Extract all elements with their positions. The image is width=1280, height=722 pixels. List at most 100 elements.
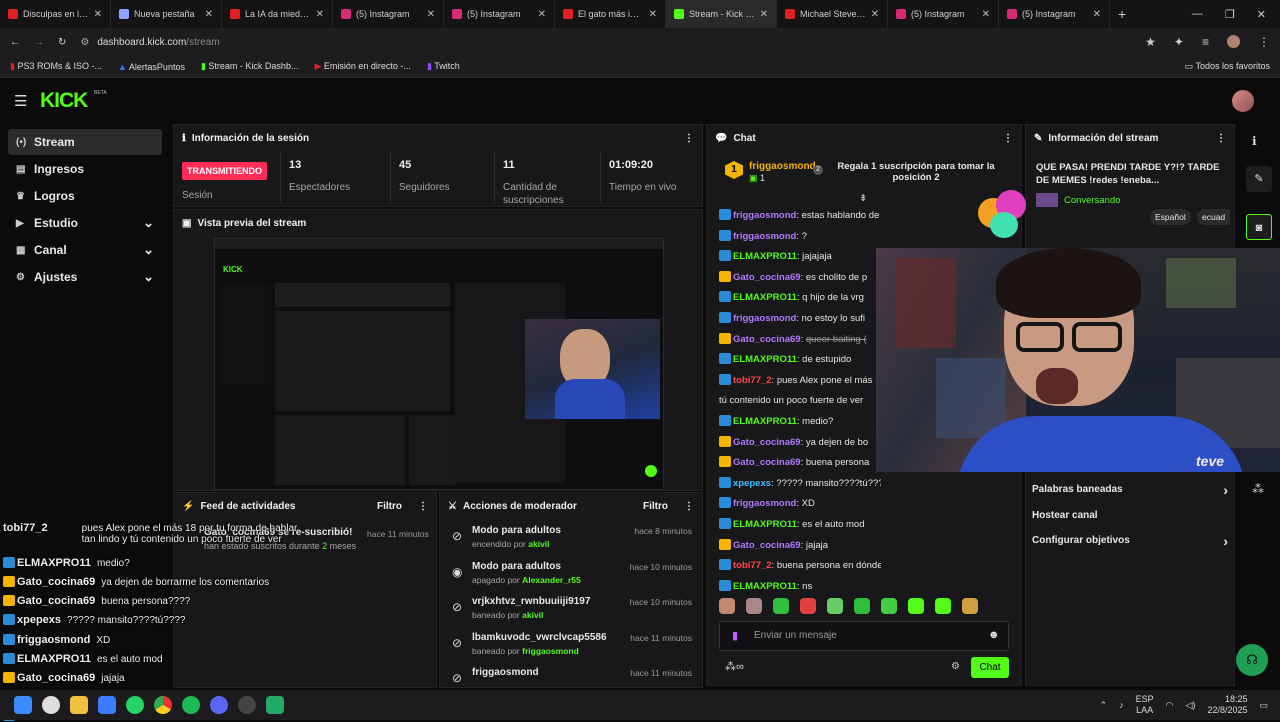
minimize-icon[interactable]: — <box>1192 8 1203 21</box>
mod-filter-button[interactable]: Filtro <box>643 501 668 512</box>
tab-close-icon[interactable]: ✕ <box>982 9 990 20</box>
app-icon[interactable] <box>266 696 284 714</box>
chat-settings-icon[interactable]: ⚙ <box>951 661 960 672</box>
sidebar-item-stream[interactable]: (•) Stream <box>8 129 162 155</box>
spotify-icon[interactable] <box>182 696 200 714</box>
restore-icon[interactable]: ❐ <box>1225 8 1235 21</box>
chat-send-button[interactable]: Chat <box>971 657 1009 678</box>
tab-close-icon[interactable]: ✕ <box>316 9 324 20</box>
chat-username[interactable]: Gato_cocina69 <box>733 540 801 551</box>
extensions-icon[interactable]: ✦ <box>1174 35 1184 49</box>
emote-icon[interactable] <box>800 598 816 614</box>
emote-icon[interactable] <box>773 598 789 614</box>
browser-tab[interactable]: (5) Instagram ✕ <box>999 0 1110 28</box>
chat-username[interactable]: friggaosmond <box>733 313 796 324</box>
chat-username[interactable]: xpepexs <box>733 478 771 489</box>
chat-username[interactable]: Gato_cocina69 <box>733 437 801 448</box>
mod-action-user[interactable]: akivil <box>522 610 543 620</box>
emote-icon[interactable] <box>719 598 735 614</box>
browser-tab[interactable]: Disculpas en las R ✕ <box>0 0 111 28</box>
emote-icon[interactable] <box>935 598 951 614</box>
user-avatar[interactable] <box>1232 90 1254 112</box>
chevron-down-icon[interactable]: ⌄ <box>143 215 154 231</box>
more-icon[interactable]: ⋮ <box>418 501 428 512</box>
bookmark-item[interactable]: ▮ Stream - Kick Dashb... <box>201 61 299 72</box>
bookmark-star-icon[interactable]: ★ <box>1145 35 1156 49</box>
gift-sub-prompt[interactable]: Regala 1 suscripción para tomar la posic… <box>837 161 995 183</box>
browser-tab[interactable]: (5) Instagram ✕ <box>444 0 555 28</box>
tray-chevron-icon[interactable]: ⌃ <box>1100 700 1108 711</box>
stream-info-menu-item[interactable]: Palabras baneadas › <box>1026 477 1234 503</box>
browser-tab[interactable]: Stream - Kick Dash ✕ <box>666 0 777 28</box>
chat-username[interactable]: ELMAXPRO11 <box>733 354 797 365</box>
more-icon[interactable]: ⋮ <box>684 501 694 512</box>
chat-username[interactable]: tobi77_2 <box>733 560 772 571</box>
store-icon[interactable] <box>98 696 116 714</box>
chat-username[interactable]: Gato_cocina69 <box>733 334 801 345</box>
apps-icon[interactable]: ⁂ <box>1252 482 1264 496</box>
mod-action-user[interactable]: Alexander_r55 <box>522 575 581 585</box>
obs-icon[interactable] <box>238 696 256 714</box>
bookmark-item[interactable]: ▶ Emisión en directo -... <box>314 61 410 72</box>
emote-icon[interactable] <box>746 598 762 614</box>
sidebar-item-logros[interactable]: ♛ Logros <box>8 183 162 209</box>
top-gifter-name[interactable]: friggaosmond <box>749 161 816 172</box>
chat-username[interactable]: Gato_cocina69 <box>733 457 801 468</box>
emote-icon[interactable] <box>854 598 870 614</box>
hamburger-menu-icon[interactable]: ☰ <box>14 92 27 110</box>
discord-icon[interactable] <box>210 696 228 714</box>
start-icon[interactable] <box>14 696 32 714</box>
search-icon[interactable] <box>42 696 60 714</box>
sidebar-item-canal[interactable]: ▦ Canal ⌄ <box>8 237 162 263</box>
whatsapp-icon[interactable] <box>126 696 144 714</box>
sidebar-item-ajustes[interactable]: ⚙ Ajustes ⌄ <box>8 264 162 290</box>
chat-username[interactable]: friggaosmond <box>733 210 796 221</box>
folder-icon[interactable] <box>70 696 88 714</box>
chat-username[interactable]: friggaosmond <box>733 231 796 242</box>
tab-close-icon[interactable]: ✕ <box>205 9 213 20</box>
mic-tray-icon[interactable]: ♪ <box>1119 700 1124 710</box>
more-icon[interactable]: ⋮ <box>1003 133 1013 144</box>
tab-close-icon[interactable]: ✕ <box>1093 9 1101 20</box>
site-info-icon[interactable]: ⚙ <box>80 37 89 48</box>
pencil-icon[interactable]: ✎ <box>1246 166 1272 192</box>
tab-close-icon[interactable]: ✕ <box>94 9 102 20</box>
info-icon[interactable]: ℹ <box>1252 134 1257 148</box>
forward-icon[interactable]: → <box>34 37 44 48</box>
chrome-icon[interactable] <box>154 696 172 714</box>
bookmark-item[interactable]: ▮ PS3 ROMs & ISO -... <box>10 61 102 72</box>
tab-close-icon[interactable]: ✕ <box>760 9 768 20</box>
mic-icon[interactable]: ▮ <box>732 629 738 642</box>
more-icon[interactable]: ⋮ <box>684 133 694 144</box>
emoji-icon[interactable]: ☻ <box>988 629 1000 641</box>
stream-category[interactable]: Conversando <box>1064 195 1121 206</box>
tab-close-icon[interactable]: ✕ <box>538 9 546 20</box>
media-icon[interactable]: ≡ <box>1202 35 1209 49</box>
more-icon[interactable]: ⋮ <box>1216 133 1226 144</box>
browser-menu-icon[interactable]: ⋮ <box>1258 35 1270 49</box>
wifi-icon[interactable]: ◠ <box>1166 700 1174 711</box>
kick-logo[interactable]: KICK <box>40 89 88 113</box>
sidebar-item-estudio[interactable]: ▶ Estudio ⌄ <box>8 210 162 236</box>
browser-tab[interactable]: La IA da miedo # ✕ <box>222 0 333 28</box>
close-window-icon[interactable]: ✕ <box>1257 8 1266 21</box>
emote-icon[interactable] <box>827 598 843 614</box>
all-bookmarks[interactable]: ▭ Todos los favoritos <box>1185 61 1270 72</box>
chat-username[interactable]: friggaosmond <box>733 498 796 509</box>
stream-info-menu-item[interactable]: Hostear canal <box>1026 503 1234 529</box>
tab-close-icon[interactable]: ✕ <box>427 9 435 20</box>
chat-username[interactable]: ELMAXPRO11 <box>733 581 797 592</box>
help-headset-icon[interactable]: ☊ <box>1236 644 1268 676</box>
stream-info-menu-item[interactable]: Configurar objetivos › <box>1026 528 1234 554</box>
sidebar-item-ingresos[interactable]: ▤ Ingresos <box>8 156 162 182</box>
browser-tab[interactable]: (5) Instagram ✕ <box>333 0 444 28</box>
mod-action-user[interactable]: akivil <box>528 539 549 549</box>
chat-username[interactable]: ELMAXPRO11 <box>733 292 797 303</box>
url-field[interactable]: dashboard.kick.com/stream <box>97 37 219 48</box>
stream-preview-video[interactable]: KICK <box>214 238 664 490</box>
emote-icon[interactable] <box>881 598 897 614</box>
chat-username[interactable]: Gato_cocina69 <box>733 272 801 283</box>
points-icon[interactable]: ⁂∞ <box>725 660 744 673</box>
browser-tab[interactable]: El gato más intelig ✕ <box>555 0 666 28</box>
browser-tab[interactable]: Nueva pestaña ✕ <box>111 0 222 28</box>
